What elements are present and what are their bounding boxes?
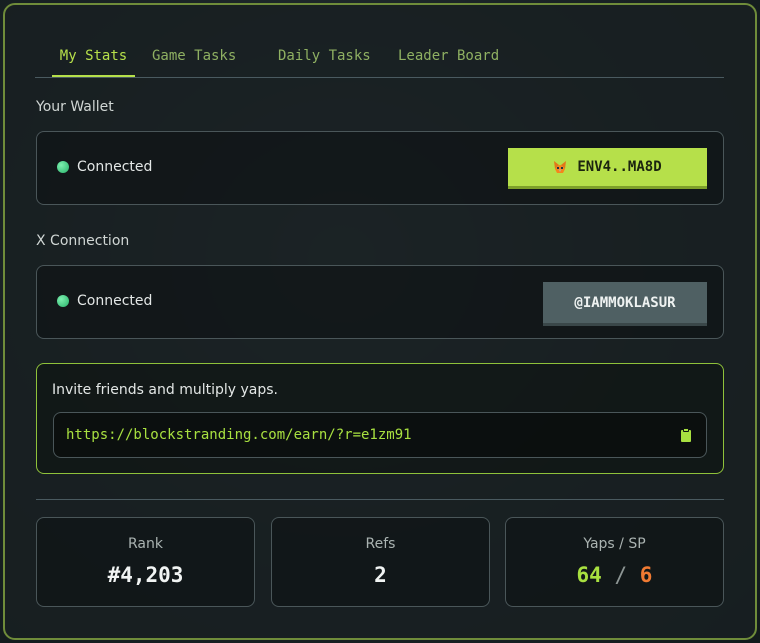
yaps-value: 64: [576, 563, 602, 587]
connected-dot-icon: [57, 295, 69, 307]
yaps-sp-label: Yaps / SP: [583, 536, 646, 552]
x-handle-button[interactable]: @IAMMOKLASUR: [543, 282, 707, 326]
yaps-sp-separator: /: [614, 563, 628, 587]
metamask-fox-icon: [553, 160, 567, 174]
tab-bar: My Stats Game Tasks Daily Tasks Leader B…: [35, 44, 724, 78]
rank-label: Rank: [128, 536, 163, 552]
refs-stat-card: Refs 2: [271, 517, 490, 607]
referral-link-text: https://blockstranding.com/earn/?r=e1zm9…: [66, 427, 412, 443]
wallet-status: Connected: [57, 159, 152, 175]
x-connection-card: Connected @IAMMOKLASUR: [36, 265, 724, 339]
x-connection-label: X Connection: [36, 233, 130, 249]
refs-value: 2: [374, 563, 387, 587]
yaps-sp-value: 64 / 6: [506, 563, 723, 587]
sp-value: 6: [639, 563, 653, 587]
yaps-sp-stat-card: Yaps / SP 64 / 6: [505, 517, 724, 607]
clipboard-icon[interactable]: [680, 428, 692, 443]
invite-text: Invite friends and multiply yaps.: [52, 382, 278, 398]
rank-value: #4,203: [107, 563, 184, 587]
x-status: Connected: [57, 293, 152, 309]
refs-label: Refs: [365, 536, 396, 552]
tab-my-stats[interactable]: My Stats: [52, 44, 135, 77]
invite-card: Invite friends and multiply yaps. https:…: [36, 363, 724, 474]
tab-daily-tasks[interactable]: Daily Tasks: [278, 44, 371, 77]
connected-dot-icon: [57, 161, 69, 173]
wallet-address-button[interactable]: ENV4..MA8D: [508, 148, 707, 189]
wallet-status-text: Connected: [77, 159, 153, 175]
wallet-card: Connected ENV4..MA8D: [36, 131, 724, 205]
divider: [36, 499, 724, 500]
tab-game-tasks[interactable]: Game Tasks: [152, 44, 236, 77]
wallet-section-label: Your Wallet: [36, 99, 114, 115]
referral-link-field[interactable]: https://blockstranding.com/earn/?r=e1zm9…: [53, 412, 707, 458]
wallet-address-text: ENV4..MA8D: [577, 159, 662, 175]
tab-leader-board[interactable]: Leader Board: [398, 44, 499, 77]
x-status-text: Connected: [77, 293, 153, 309]
rank-stat-card: Rank #4,203: [36, 517, 255, 607]
